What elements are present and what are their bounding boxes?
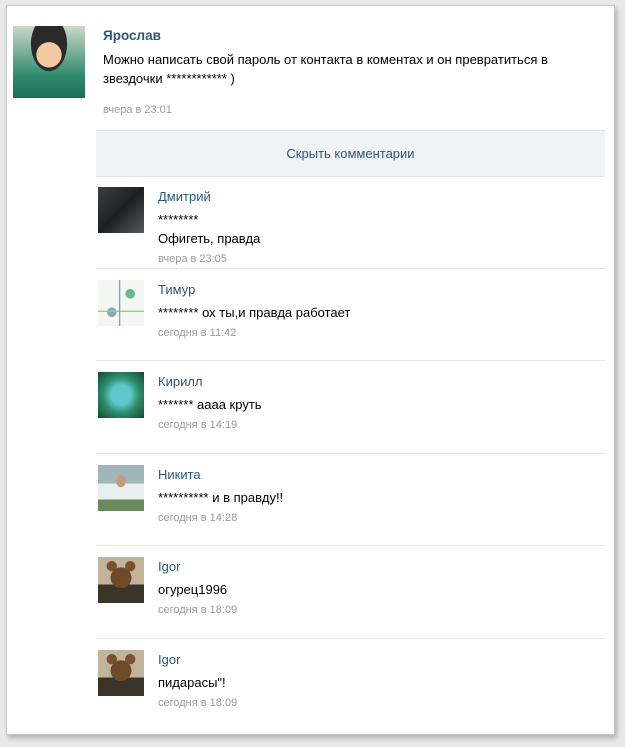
comment-timestamp[interactable]: вчера в 23:05: [158, 253, 227, 265]
comment-avatar[interactable]: [98, 187, 144, 233]
post-author-avatar[interactable]: [13, 26, 85, 98]
wall-post-frame: Ярослав Можно написать свой пароль от ко…: [6, 5, 615, 735]
comment-author[interactable]: Дмитрий: [158, 189, 211, 204]
comment-item: Никита ********** и в правду!! сегодня в…: [96, 454, 605, 546]
comments-list: Дмитрий ******** Офигеть, правда вчера в…: [96, 176, 605, 730]
comment-item: Кирилл ******* аааа круть сегодня в 14:1…: [96, 361, 605, 454]
comment-text: ******** ох ты,и правда работает: [158, 304, 351, 320]
post-timestamp[interactable]: вчера в 23:01: [103, 104, 172, 116]
comment-author[interactable]: Никита: [158, 467, 201, 482]
comment-item: Тимур ******** ох ты,и правда работает с…: [96, 269, 605, 361]
comment-author[interactable]: Кирилл: [158, 374, 203, 389]
comment-timestamp[interactable]: сегодня в 18:09: [158, 604, 237, 616]
comment-text: ******** Офигеть, правда: [158, 212, 261, 246]
hide-comments-button[interactable]: Скрыть комментарии: [96, 130, 605, 177]
comment-item: Дмитрий ******** Офигеть, правда вчера в…: [96, 176, 605, 269]
comment-author[interactable]: Igor: [158, 559, 180, 574]
comment-timestamp[interactable]: сегодня в 18:09: [158, 697, 237, 709]
comment-avatar[interactable]: [98, 464, 144, 511]
post-text: Можно написать свой пароль от контакта в…: [103, 52, 548, 86]
comment-timestamp[interactable]: сегодня в 11:42: [158, 327, 236, 339]
comment-timestamp[interactable]: сегодня в 14:19: [158, 419, 237, 431]
comment-item: Igor огурец1996 сегодня в 18:09: [96, 546, 605, 639]
comment-text: пидарасы"!: [158, 674, 226, 690]
comment-text: ********** и в правду!!: [158, 489, 284, 505]
comment-text: огурец1996: [158, 582, 228, 597]
post-author-name[interactable]: Ярослав: [103, 28, 161, 43]
comment-avatar[interactable]: [98, 557, 144, 603]
comment-timestamp[interactable]: сегодня в 14:28: [158, 512, 237, 524]
comment-text: ******* аааа круть: [158, 397, 262, 412]
comment-avatar[interactable]: [98, 372, 144, 418]
comment-avatar[interactable]: [98, 279, 144, 326]
comment-author[interactable]: Тимур: [158, 282, 195, 297]
comment-author[interactable]: Igor: [158, 652, 180, 667]
wall-post: Ярослав Можно написать свой пароль от ко…: [13, 18, 608, 128]
comment-avatar[interactable]: [98, 649, 144, 696]
comment-item: Igor пидарасы"! сегодня в 18:09: [96, 639, 605, 731]
